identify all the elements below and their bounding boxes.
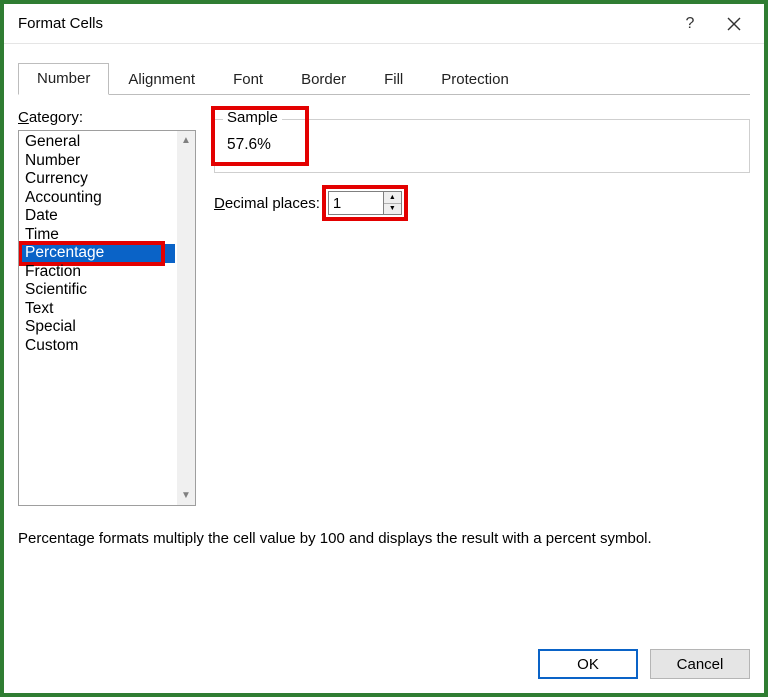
category-listbox[interactable]: General Number Currency Accounting Date … bbox=[18, 130, 196, 506]
tab-alignment[interactable]: Alignment bbox=[109, 64, 214, 95]
category-item-text[interactable]: Text bbox=[21, 300, 175, 319]
tab-protection[interactable]: Protection bbox=[422, 64, 528, 95]
dialog-footer: OK Cancel bbox=[4, 639, 764, 693]
category-item-time[interactable]: Time bbox=[21, 226, 175, 245]
tab-fill[interactable]: Fill bbox=[365, 64, 422, 95]
category-item-custom[interactable]: Custom bbox=[21, 337, 175, 356]
close-icon bbox=[727, 17, 741, 31]
tab-number[interactable]: Number bbox=[18, 63, 109, 95]
tab-border[interactable]: Border bbox=[282, 64, 365, 95]
category-item-fraction[interactable]: Fraction bbox=[21, 263, 175, 282]
category-item-general[interactable]: General bbox=[21, 133, 175, 152]
category-item-number[interactable]: Number bbox=[21, 152, 175, 171]
help-button[interactable]: ? bbox=[668, 4, 712, 44]
category-item-accounting[interactable]: Accounting bbox=[21, 189, 175, 208]
sample-group: Sample 57.6% bbox=[214, 119, 750, 173]
scroll-up-icon: ▲ bbox=[181, 135, 191, 146]
titlebar: Format Cells ? bbox=[4, 4, 764, 44]
chevron-down-icon: ▼ bbox=[389, 205, 396, 212]
format-description: Percentage formats multiply the cell val… bbox=[18, 530, 750, 547]
spinner-down-button[interactable]: ▼ bbox=[384, 204, 401, 215]
dialog-body: Number Alignment Font Border Fill Protec… bbox=[4, 44, 764, 639]
chevron-up-icon: ▲ bbox=[389, 194, 396, 201]
category-item-currency[interactable]: Currency bbox=[21, 170, 175, 189]
tab-panel-number: Category: General Number Currency Accoun… bbox=[18, 95, 750, 625]
tab-font[interactable]: Font bbox=[214, 64, 282, 95]
listbox-scrollbar[interactable]: ▲ ▼ bbox=[177, 131, 195, 505]
close-button[interactable] bbox=[712, 4, 756, 44]
scroll-down-icon: ▼ bbox=[181, 490, 191, 501]
category-item-special[interactable]: Special bbox=[21, 318, 175, 337]
category-item-percentage[interactable]: Percentage bbox=[21, 244, 175, 263]
ok-button[interactable]: OK bbox=[538, 649, 638, 679]
decimal-places-label: Decimal places: bbox=[214, 195, 320, 212]
decimal-places-spinner: ▲ ▼ bbox=[384, 191, 402, 215]
dialog-title: Format Cells bbox=[18, 15, 668, 32]
decimal-places-input[interactable] bbox=[328, 191, 384, 215]
category-item-date[interactable]: Date bbox=[21, 207, 175, 226]
cancel-button[interactable]: Cancel bbox=[650, 649, 750, 679]
sample-label: Sample bbox=[223, 109, 282, 126]
sample-value: 57.6% bbox=[227, 136, 737, 154]
category-item-scientific[interactable]: Scientific bbox=[21, 281, 175, 300]
format-cells-dialog: Format Cells ? Number Alignment Font Bor… bbox=[0, 0, 768, 697]
tab-strip: Number Alignment Font Border Fill Protec… bbox=[18, 62, 750, 95]
category-label: Category: bbox=[18, 109, 196, 126]
spinner-up-button[interactable]: ▲ bbox=[384, 192, 401, 204]
